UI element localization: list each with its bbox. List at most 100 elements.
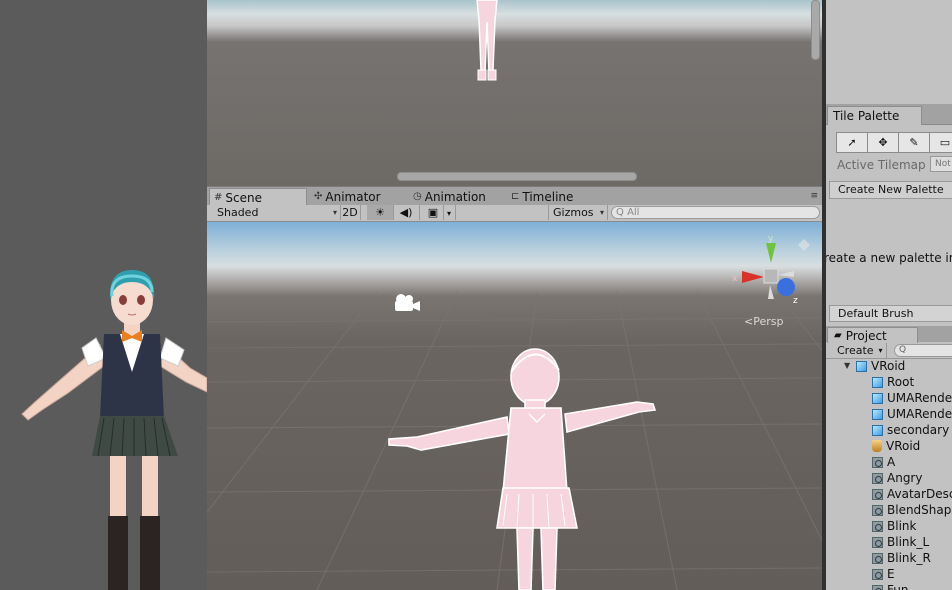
tab-label: Timeline — [522, 190, 574, 204]
chevron-down-icon: ▾ — [446, 209, 451, 218]
tree-item-label: Root — [887, 375, 915, 389]
cube-icon — [872, 376, 883, 388]
default-brush-dropdown[interactable]: Default Brush — [829, 305, 952, 322]
animation-tab-icon: ◷ — [413, 191, 422, 202]
right-panel: Tile Palette ➚ ✥ ✎ ▭ Active Tilemap Not … — [826, 0, 952, 590]
tab-timeline[interactable]: ⊏ Timeline — [511, 189, 573, 205]
tab-tile-palette[interactable]: Tile Palette — [827, 106, 923, 125]
tree-item[interactable]: UMARender — [872, 390, 952, 406]
gizmo-x-label: x — [732, 274, 738, 284]
tree-item-label: E — [887, 567, 895, 581]
tree-item-label: AvatarDesc — [887, 487, 952, 501]
vertical-scrollbar[interactable] — [811, 0, 820, 60]
main-scene-view[interactable]: y x z <Persp — [207, 222, 822, 590]
prefab-icon — [872, 440, 882, 452]
tree-item[interactable]: UMARender — [872, 406, 952, 422]
shading-mode-dropdown[interactable]: Shaded — [207, 205, 341, 220]
mode-2d-button[interactable]: 2D — [340, 205, 361, 220]
scene-tab-strip: # Scene ✣ Animator ◷ Animation ⊏ Timelin… — [207, 186, 822, 206]
tree-item-label: Blink_R — [887, 551, 931, 565]
tree-item[interactable]: A — [872, 454, 895, 470]
tab-label: Animator — [325, 190, 381, 204]
active-tilemap-dropdown[interactable]: Not — [930, 156, 952, 172]
paint-tool-button[interactable]: ✎ — [898, 132, 930, 153]
tree-item[interactable]: Blink_R — [872, 550, 931, 566]
orientation-gizmo[interactable]: y x z — [730, 229, 810, 309]
tree-item-label: UMARender — [887, 407, 952, 421]
rectangle-icon: ▭ — [939, 136, 951, 149]
tab-label: Scene — [225, 190, 262, 205]
gizmo-y-cone[interactable] — [766, 243, 776, 263]
animator-tab-icon: ✣ — [314, 191, 323, 202]
tree-item[interactable]: secondary — [872, 422, 949, 438]
animation-clip-icon — [872, 568, 883, 580]
tree-item[interactable]: Blink_L — [872, 534, 929, 550]
tree-item-label: Fun — [887, 583, 909, 590]
audio-toggle[interactable]: ◀) — [393, 205, 420, 220]
cube-icon — [872, 392, 883, 404]
expand-arrow-icon[interactable]: ▼ — [844, 358, 852, 374]
tree-item[interactable]: BlendShape — [872, 502, 952, 518]
gizmo-x-cone[interactable] — [742, 271, 764, 283]
tab-menu-icon[interactable]: ≡ — [810, 191, 818, 201]
tree-item-label: Blink — [887, 519, 917, 533]
gizmo-z-label: z — [793, 296, 798, 306]
select-tool-button[interactable]: ➚ — [836, 132, 868, 153]
project-create-dropdown[interactable]: Create — [830, 343, 887, 358]
anime-character-model — [21, 270, 207, 590]
sun-icon: ☀ — [375, 206, 385, 219]
tree-item-label: BlendShape — [887, 503, 952, 517]
effects-toggle[interactable]: ▣ — [423, 205, 444, 220]
tile-palette-tab-strip: Tile Palette — [826, 104, 952, 125]
gizmo-center-cube[interactable] — [763, 268, 779, 284]
speaker-icon: ◀) — [399, 206, 413, 219]
tab-animator[interactable]: ✣ Animator — [314, 189, 381, 205]
tree-item-label: Angry — [887, 471, 923, 485]
lighting-toggle[interactable]: ☀ — [367, 205, 394, 220]
gizmos-dropdown[interactable]: Gizmos — [548, 205, 608, 220]
horizontal-scrollbar[interactable] — [397, 172, 637, 181]
cursor-icon: ➚ — [847, 136, 857, 149]
tree-item-label: UMARender — [887, 391, 952, 405]
shading-mode-label: Shaded — [217, 206, 259, 219]
cube-icon — [872, 408, 883, 420]
gizmo-z-cone[interactable] — [777, 278, 795, 296]
animation-clip-icon — [872, 536, 883, 548]
tree-item[interactable]: AvatarDesc — [872, 486, 952, 502]
tree-item[interactable]: Root — [872, 374, 914, 390]
move-tool-button[interactable]: ✥ — [867, 132, 899, 153]
tree-item[interactable]: Blink — [872, 518, 916, 534]
tab-animation[interactable]: ◷ Animation — [413, 189, 486, 205]
camera-icon[interactable] — [391, 292, 421, 314]
projection-label: Persp — [753, 315, 784, 328]
tab-label: Tile Palette — [833, 109, 900, 123]
tree-item[interactable]: E — [872, 566, 895, 582]
tab-label: Project — [845, 329, 887, 343]
project-search-input[interactable]: Q — [894, 344, 952, 357]
folder-icon: ▰ — [834, 330, 842, 341]
tree-item-vroid-model[interactable]: ▼ VRoid — [844, 358, 905, 374]
tree-item-label: VRoid — [871, 359, 906, 373]
model-icon — [856, 360, 867, 372]
box-fill-tool-button[interactable]: ▭ — [929, 132, 952, 153]
scene-tab-icon: # — [214, 191, 223, 203]
cube-icon — [872, 424, 883, 436]
image-icon: ▣ — [427, 206, 439, 219]
tab-project[interactable]: ▰ Project — [827, 327, 918, 344]
tree-item[interactable]: VRoid — [872, 438, 920, 454]
mode-2d-label: 2D — [342, 206, 358, 219]
tab-scene[interactable]: # Scene — [209, 188, 307, 206]
project-toolbar: Create Q — [826, 343, 952, 359]
tree-item[interactable]: Angry — [872, 470, 922, 486]
tree-item[interactable]: Fun — [872, 582, 908, 590]
active-tilemap-label: Active Tilemap — [837, 158, 926, 172]
effects-dropdown[interactable]: ▾ — [443, 205, 456, 220]
create-new-palette-button[interactable]: Create New Palette — [829, 181, 952, 199]
project-tab-strip: ▰ Project — [826, 326, 952, 344]
top-scene-view[interactable] — [207, 0, 822, 186]
projection-toggle[interactable]: <Persp — [744, 315, 783, 328]
game-view[interactable] — [0, 0, 207, 590]
scene-search-input[interactable]: Q All — [611, 206, 820, 219]
pink-character-model[interactable] — [377, 342, 667, 590]
animation-clip-icon — [872, 472, 883, 484]
